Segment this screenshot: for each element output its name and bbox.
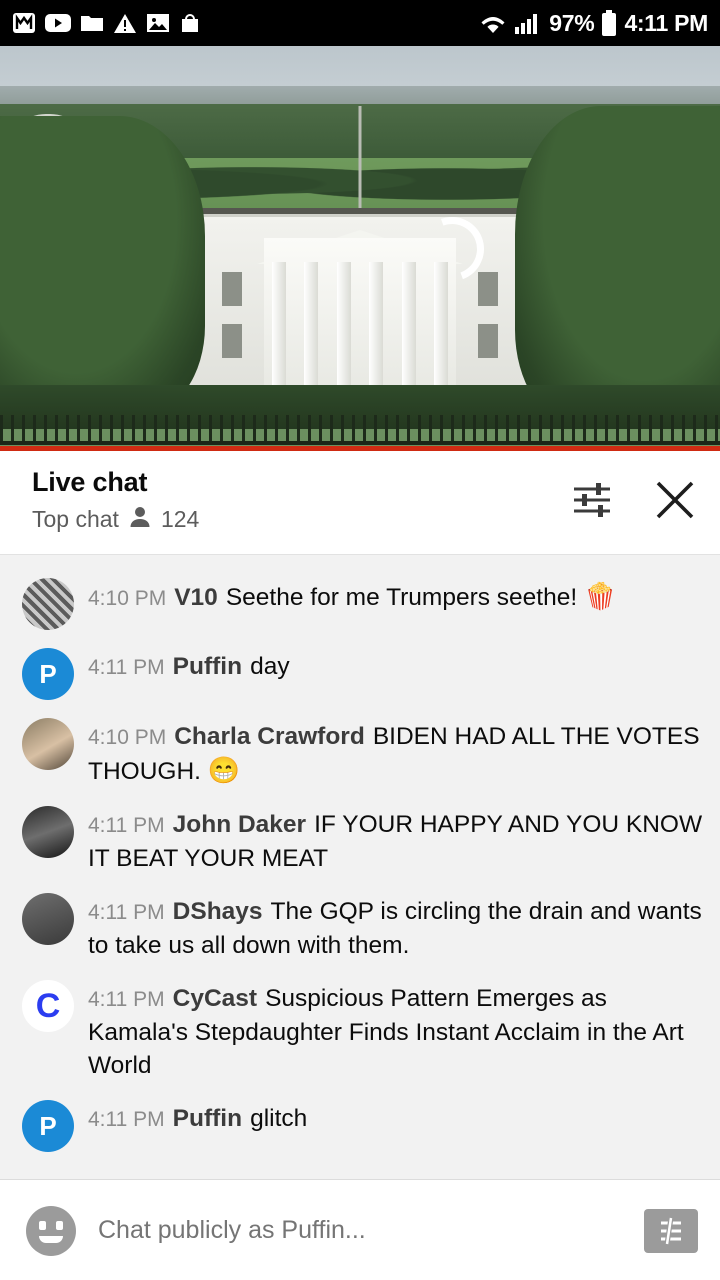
chat-message[interactable]: P 4:11 PM Puffin glitch [0, 1091, 720, 1161]
close-icon[interactable] [652, 477, 698, 528]
message-emoji: 🍿 [583, 581, 617, 611]
chat-message-body: 4:11 PM Puffin glitch [88, 1100, 704, 1152]
message-timestamp: 4:11 PM [88, 901, 165, 924]
message-author[interactable]: Puffin [173, 1105, 242, 1132]
wifi-icon [479, 11, 507, 35]
flagpole [358, 106, 362, 216]
avatar[interactable] [22, 578, 74, 630]
message-timestamp: 4:11 PM [88, 988, 165, 1011]
message-text: glitch [250, 1105, 308, 1132]
emoji-mouth [39, 1235, 63, 1243]
super-chat-icon[interactable] [644, 1208, 698, 1253]
avatar[interactable] [22, 893, 74, 945]
status-bar-notification-icons [12, 11, 201, 35]
status-bar: 97% 4:11 PM [0, 0, 720, 46]
chat-message-body: 4:11 PM DShays The GQP is circling the dra… [88, 893, 704, 962]
message-author[interactable]: V10 [174, 584, 218, 611]
chat-message[interactable]: C 4:11 PM CyCast Suspicious Pattern Emerge… [0, 971, 720, 1091]
chat-message[interactable]: 4:11 PM DShays The GQP is circling the dra… [0, 884, 720, 971]
youtube-icon [45, 13, 71, 33]
avatar[interactable]: P [22, 1100, 74, 1152]
chat-message[interactable]: 4:10 PM Charla Crawford BIDEN HAD ALL THE … [0, 709, 720, 797]
video-progress-bar[interactable] [0, 446, 720, 451]
iron-fence [0, 415, 720, 445]
person-icon [129, 505, 151, 534]
avatar[interactable]: C [22, 980, 74, 1032]
chat-message-list[interactable]: 4:10 PM V10 Seethe for me Trumpers seethe!… [0, 555, 720, 1179]
avatar[interactable] [22, 806, 74, 858]
avatar[interactable]: P [22, 648, 74, 700]
right-tree-cluster [515, 106, 720, 426]
chat-settings-icon[interactable] [570, 479, 614, 526]
white-house-columns [272, 262, 448, 394]
message-timestamp: 4:10 PM [88, 726, 167, 749]
message-text: Seethe for me Trumpers seethe! [225, 584, 578, 611]
status-bar-clock: 4:11 PM [624, 9, 708, 36]
chat-message-body: 4:11 PM John Daker IF YOUR HAPPY AND YOU K… [88, 806, 704, 875]
message-author[interactable]: John Daker [173, 811, 306, 838]
chat-composer [0, 1179, 720, 1280]
chat-message-body: 4:10 PM V10 Seethe for me Trumpers seethe!… [88, 578, 704, 630]
chat-subheader[interactable]: Top chat 124 [32, 505, 570, 534]
emoji-face-icon[interactable] [26, 1205, 76, 1256]
message-emoji: 😁 [207, 755, 241, 785]
bag-icon [179, 12, 201, 34]
chat-header-actions [570, 467, 698, 528]
status-bar-system-icons: 97% 4:11 PM [479, 10, 708, 37]
monzo-icon [12, 11, 36, 35]
message-author[interactable]: Charla Crawford [174, 723, 365, 750]
chat-message-body: 4:11 PM Puffin day [88, 648, 704, 700]
photo-icon [146, 13, 170, 33]
battery-icon [601, 10, 617, 36]
chat-input[interactable] [98, 1216, 622, 1245]
message-author[interactable]: Puffin [173, 653, 242, 680]
chat-message[interactable]: 4:10 PM V10 Seethe for me Trumpers seethe!… [0, 569, 720, 639]
chat-message-body: 4:11 PM CyCast Suspicious Pattern Emerges … [88, 980, 704, 1082]
warning-icon [113, 13, 137, 34]
cell-signal-icon [514, 11, 542, 35]
avatar[interactable] [22, 718, 74, 770]
message-timestamp: 4:11 PM [88, 1108, 165, 1131]
viewer-count: 124 [160, 506, 200, 532]
message-text: day [250, 653, 290, 680]
chat-message[interactable]: P 4:11 PM Puffin day [0, 639, 720, 709]
message-timestamp: 4:11 PM [88, 814, 165, 837]
chat-message-body: 4:10 PM Charla Crawford BIDEN HAD ALL THE … [88, 718, 704, 788]
chat-title-group: Live chat Top chat 124 [32, 467, 570, 534]
message-author[interactable]: CyCast [173, 985, 257, 1012]
page-title: Live chat [32, 467, 148, 497]
left-tree-cluster [0, 116, 205, 416]
chat-mode-label[interactable]: Top chat [32, 506, 119, 533]
message-timestamp: 4:10 PM [88, 587, 167, 610]
video-player[interactable] [0, 46, 720, 451]
chat-message[interactable]: 4:11 PM John Daker IF YOUR HAPPY AND YOU K… [0, 797, 720, 884]
live-chat-header: Live chat Top chat 124 [0, 451, 720, 555]
message-author[interactable]: DShays [173, 898, 263, 925]
folder-icon [80, 13, 104, 33]
message-timestamp: 4:11 PM [88, 656, 165, 679]
battery-percent-label: 97% [549, 9, 595, 36]
